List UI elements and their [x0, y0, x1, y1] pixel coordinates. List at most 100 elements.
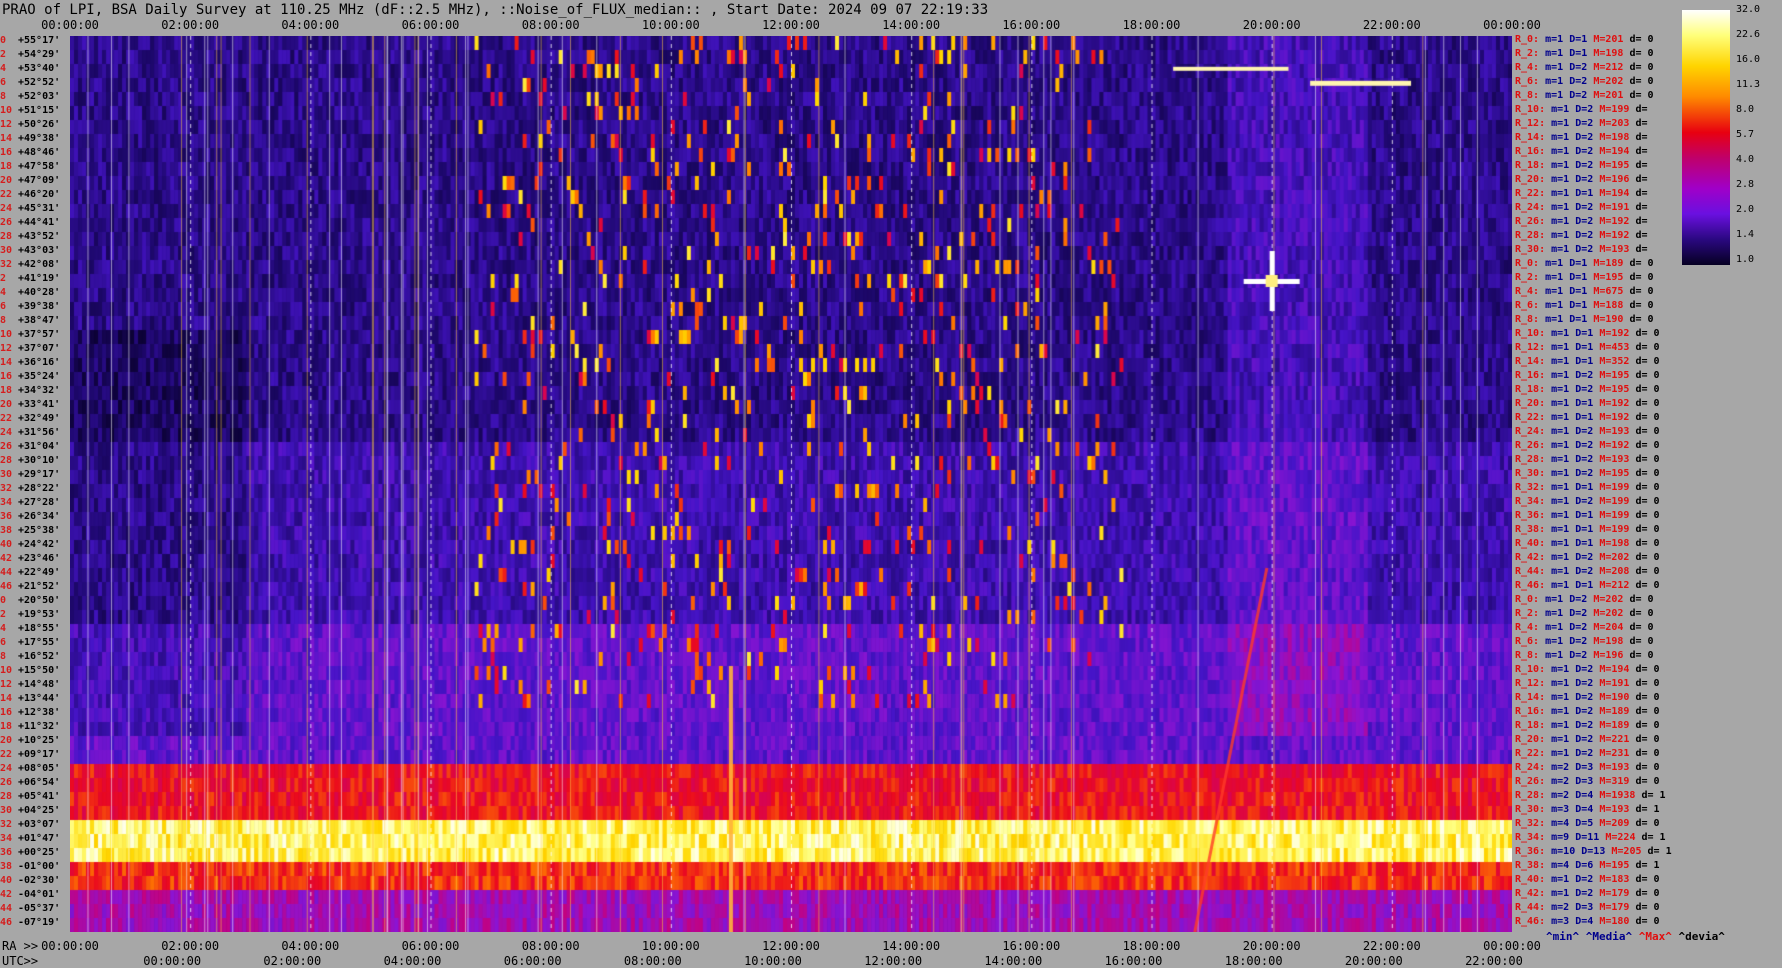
stat-row-id: R_20: [1515, 734, 1546, 745]
declination-label: 46 +21°52' [0, 581, 70, 593]
utc-tick-label: 06:00:00 [503, 954, 562, 968]
row-stat: R_4: m=1 D=1 M=675 d= 0 [1515, 286, 1654, 298]
stat-median: D=3 [1575, 776, 1594, 787]
declination-label: 30 +43°03' [0, 245, 70, 257]
stat-median: D=2 [1575, 384, 1594, 395]
stat-median: D=2 [1575, 160, 1594, 171]
stat-max: M=179 [1599, 902, 1630, 913]
stat-deviation: d= [1635, 104, 1648, 115]
legend-deviation: ^devia^ [1678, 930, 1725, 943]
declination-index: 8 [0, 91, 7, 102]
declination-label: 10 +51°15' [0, 105, 70, 117]
declination-index: 2 [0, 49, 7, 60]
stat-row-id: R_36: [1515, 846, 1546, 857]
stat-deviation: d= 0 [1629, 62, 1654, 73]
stat-row-id: R_46: [1515, 916, 1546, 927]
stat-min: m=2 [1551, 790, 1570, 801]
stat-deviation: d= 0 [1635, 398, 1660, 409]
stat-median: D=3 [1575, 902, 1594, 913]
stat-deviation: d= 0 [1635, 510, 1660, 521]
declination-label: 18 +11°32' [0, 721, 70, 733]
stat-median: D=1 [1575, 482, 1594, 493]
stat-median: D=2 [1575, 734, 1594, 745]
declination-value: +42°08' [18, 259, 61, 270]
declination-value: -05°37' [18, 903, 61, 914]
declination-value: +38°47' [18, 315, 61, 326]
colorbar-tick-label: 16.0 [1736, 54, 1761, 65]
stat-deviation: d= 0 [1635, 902, 1660, 913]
stat-deviation: d= 1 [1635, 860, 1660, 871]
declination-index: 22 [0, 749, 13, 760]
declination-value: +20°50' [18, 595, 61, 606]
stat-deviation: d= 0 [1635, 776, 1660, 787]
declination-value: +16°52' [18, 651, 61, 662]
declination-label: 4 +53°40' [0, 63, 70, 75]
stat-row-id: R_46: [1515, 580, 1546, 591]
stat-min: m=1 [1551, 678, 1570, 689]
stat-min: m=1 [1551, 734, 1570, 745]
stat-max: M=190 [1593, 314, 1624, 325]
row-stat: R_8: m=1 D=2 M=196 d= 0 [1515, 650, 1654, 662]
declination-index: 10 [0, 329, 13, 340]
declination-index: 4 [0, 623, 7, 634]
declination-value: +15°50' [18, 665, 61, 676]
declination-value: +47°09' [18, 175, 61, 186]
stat-row-id: R_22: [1515, 748, 1546, 759]
chart-title: PRAO of LPI, BSA Daily Survey at 110.25 … [2, 2, 989, 18]
colorbar [1682, 10, 1730, 265]
declination-index: 42 [0, 889, 13, 900]
declination-value: +30°10' [18, 455, 61, 466]
stat-median: D=1 [1569, 48, 1588, 59]
top-tick-label: 00:00:00 [41, 18, 99, 32]
stat-median: D=2 [1575, 706, 1594, 717]
declination-value: +03°07' [18, 819, 61, 830]
declination-value: +41°19' [18, 273, 61, 284]
stat-max: M=201 [1593, 90, 1624, 101]
stat-deviation: d= 0 [1629, 608, 1654, 619]
declination-value: +11°32' [18, 721, 61, 732]
declination-value: +01°47' [18, 833, 61, 844]
declination-label: 22 +09°17' [0, 749, 70, 761]
declination-label: 28 +30°10' [0, 455, 70, 467]
stat-min: m=10 [1551, 846, 1576, 857]
stat-median: D=1 [1569, 300, 1588, 311]
declination-label: 40 -02°30' [0, 875, 70, 887]
stat-row-id: R_18: [1515, 384, 1546, 395]
stat-max: M=192 [1599, 216, 1630, 227]
stat-min: m=1 [1551, 202, 1570, 213]
stat-deviation: d= [1635, 188, 1648, 199]
declination-value: +39°38' [18, 301, 61, 312]
stat-max: M=1938 [1599, 790, 1636, 801]
spectrogram-heatmap [70, 36, 1512, 932]
declination-index: 18 [0, 385, 13, 396]
stat-min: m=1 [1551, 482, 1570, 493]
declination-label: 6 +17°55' [0, 637, 70, 649]
declination-label: 12 +14°48' [0, 679, 70, 691]
utc-tick-label: 22:00:00 [1465, 954, 1523, 968]
stat-min: m=1 [1551, 454, 1570, 465]
stat-deviation: d= 0 [1635, 426, 1660, 437]
stat-median: D=2 [1575, 566, 1594, 577]
declination-index: 12 [0, 343, 13, 354]
colorbar-tick-label: 22.6 [1736, 29, 1761, 40]
stat-min: m=1 [1545, 90, 1564, 101]
stat-max: M=202 [1593, 76, 1624, 87]
stat-median: D=4 [1575, 790, 1594, 801]
stat-median: D=3 [1575, 762, 1594, 773]
utc-tick-label: 14:00:00 [984, 954, 1043, 968]
stat-median: D=2 [1575, 874, 1594, 885]
declination-value: +50°26' [18, 119, 61, 130]
stat-max: M=212 [1593, 62, 1624, 73]
stat-max: M=199 [1599, 510, 1630, 521]
declination-index: 44 [0, 567, 13, 578]
stat-row-id: R_12: [1515, 342, 1546, 353]
declination-label: 24 +45°31' [0, 203, 70, 215]
declination-index: 0 [0, 595, 7, 606]
stat-median: D=4 [1575, 804, 1594, 815]
stat-deviation: d= 0 [1629, 622, 1654, 633]
stat-min: m=1 [1551, 328, 1570, 339]
row-stat: R_30: m=1 D=2 M=195 d= 0 [1515, 468, 1660, 480]
declination-value: +47°58' [18, 161, 61, 172]
declination-label: 36 +26°34' [0, 511, 70, 523]
top-tick-label: 22:00:00 [1362, 18, 1421, 32]
